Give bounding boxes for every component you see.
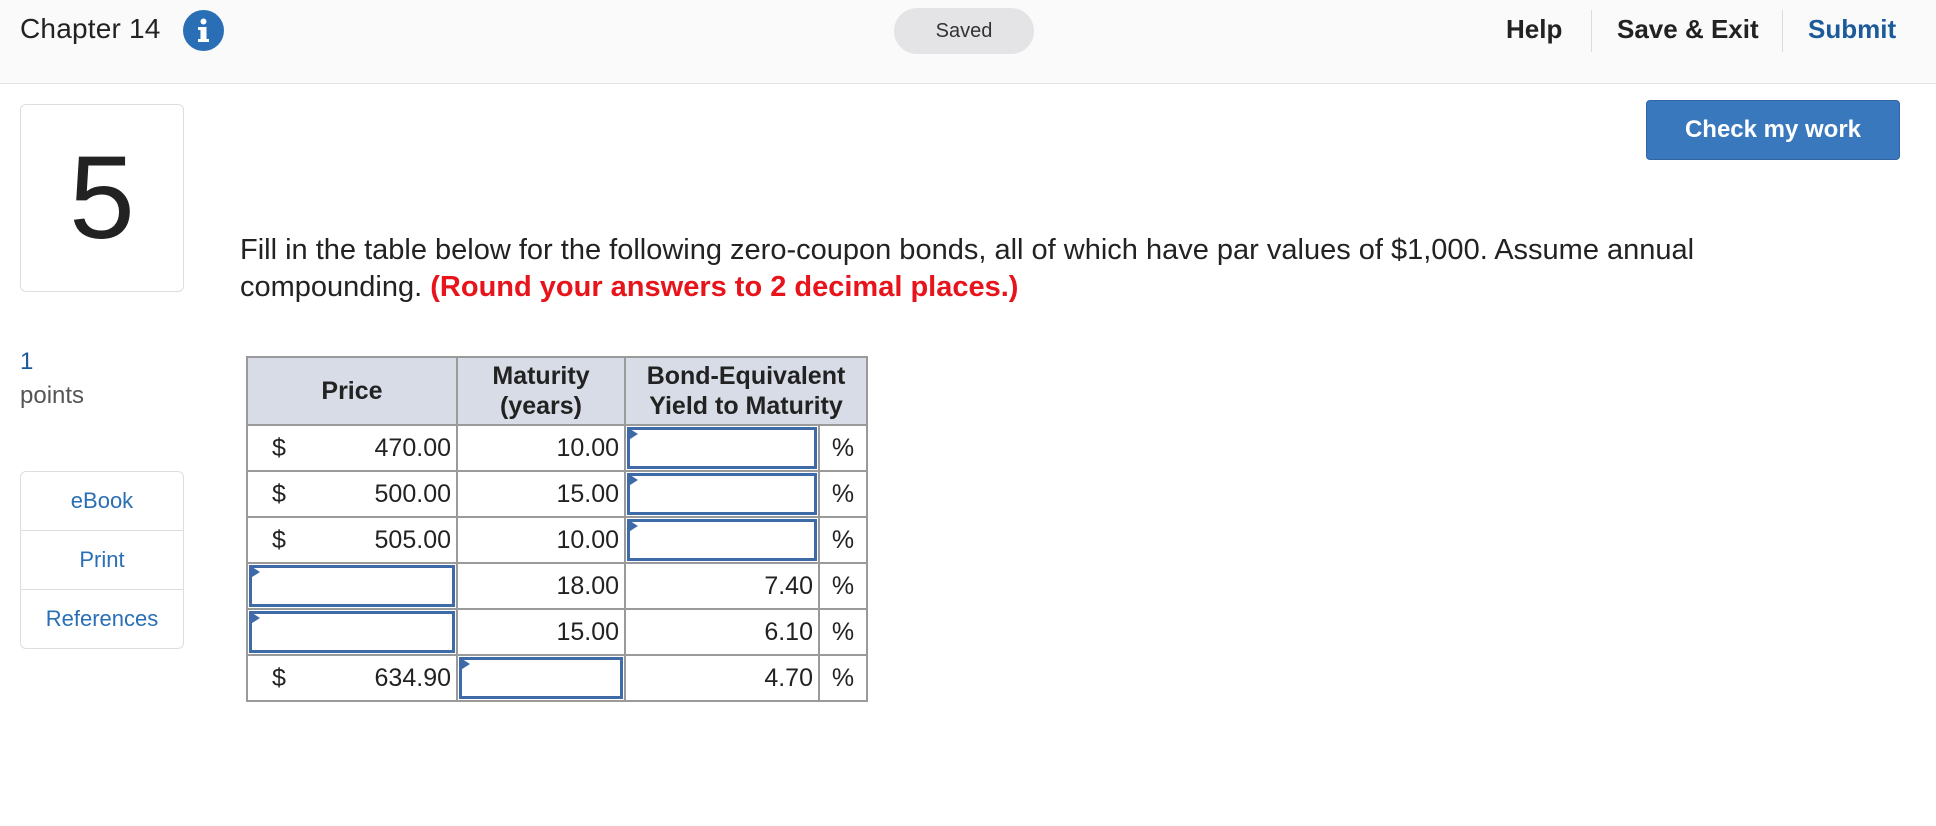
yield-input-field[interactable] (627, 427, 817, 469)
yield-input[interactable] (624, 516, 820, 564)
info-icon[interactable] (183, 10, 224, 51)
top-bar: Chapter 14 Saved Help Save & Exit Submit (0, 0, 1936, 84)
help-link[interactable]: Help (1506, 14, 1562, 45)
yield-input[interactable] (624, 424, 820, 472)
price-value: 505.00 (317, 516, 458, 564)
price-value: 634.90 (317, 654, 458, 702)
input-flag-icon (459, 657, 470, 671)
price-input[interactable] (246, 562, 458, 610)
ebook-link[interactable]: eBook (21, 472, 183, 531)
input-flag-icon (627, 519, 638, 533)
print-link[interactable]: Print (21, 531, 183, 590)
maturity-input[interactable] (456, 654, 626, 702)
maturity-value: 10.00 (456, 516, 626, 564)
points-label: points (20, 382, 85, 409)
price-input-field[interactable] (249, 611, 455, 653)
submit-link[interactable]: Submit (1808, 14, 1896, 45)
maturity-value: 18.00 (456, 562, 626, 610)
saved-status-badge: Saved (894, 8, 1034, 54)
bond-table: Price Maturity (years) Bond-Equivalent Y… (246, 356, 868, 702)
price-input-field[interactable] (249, 565, 455, 607)
header-maturity-line2: (years) (500, 392, 582, 420)
price-input[interactable] (246, 608, 458, 656)
table-row: 15.00 6.10 % (246, 608, 868, 656)
header-price: Price (246, 356, 458, 426)
yield-input-field[interactable] (627, 473, 817, 515)
table-row: $ 500.00 15.00 % (246, 470, 868, 518)
header-price-label: Price (321, 377, 383, 405)
header-yield: Bond-Equivalent Yield to Maturity (624, 356, 868, 426)
header-yield-line2: Yield to Maturity (649, 392, 843, 420)
dollar-sign: $ (246, 470, 317, 518)
points-value: 1 (20, 348, 34, 375)
dollar-sign: $ (246, 654, 317, 702)
table-row: $ 470.00 10.00 % (246, 424, 868, 472)
maturity-value: 15.00 (456, 608, 626, 656)
percent-sign: % (818, 608, 868, 656)
question-prompt: Fill in the table below for the followin… (240, 232, 1860, 306)
percent-sign: % (818, 562, 868, 610)
resource-menu: eBook Print References (20, 471, 184, 649)
table-row: 18.00 7.40 % (246, 562, 868, 610)
percent-sign: % (818, 470, 868, 518)
chapter-title: Chapter 14 (20, 13, 161, 44)
question-number: 5 (20, 104, 184, 292)
table-row: $ 505.00 10.00 % (246, 516, 868, 564)
input-flag-icon (627, 473, 638, 487)
yield-value: 4.70 (624, 654, 820, 702)
percent-sign: % (818, 516, 868, 564)
percent-sign: % (818, 424, 868, 472)
percent-sign: % (818, 654, 868, 702)
price-value: 470.00 (317, 424, 458, 472)
table-row: $ 634.90 4.70 % (246, 654, 868, 702)
prompt-rounding-note: (Round your answers to 2 decimal places.… (430, 271, 1019, 303)
maturity-value: 15.00 (456, 470, 626, 518)
yield-input[interactable] (624, 470, 820, 518)
input-flag-icon (249, 611, 260, 625)
yield-value: 7.40 (624, 562, 820, 610)
input-flag-icon (627, 427, 638, 441)
dollar-sign: $ (246, 516, 317, 564)
save-exit-link[interactable]: Save & Exit (1617, 14, 1759, 45)
check-my-work-button[interactable]: Check my work (1646, 100, 1900, 160)
price-value: 500.00 (317, 470, 458, 518)
header-maturity-line1: Maturity (492, 362, 590, 390)
yield-input-field[interactable] (627, 519, 817, 561)
references-link[interactable]: References (21, 590, 183, 648)
header-yield-line1: Bond-Equivalent (646, 362, 846, 390)
header-maturity: Maturity (years) (456, 356, 626, 426)
nav-divider (1591, 10, 1592, 52)
yield-value: 6.10 (624, 608, 820, 656)
dollar-sign: $ (246, 424, 317, 472)
input-flag-icon (249, 565, 260, 579)
maturity-value: 10.00 (456, 424, 626, 472)
maturity-input-field[interactable] (459, 657, 623, 699)
nav-divider (1782, 10, 1783, 52)
